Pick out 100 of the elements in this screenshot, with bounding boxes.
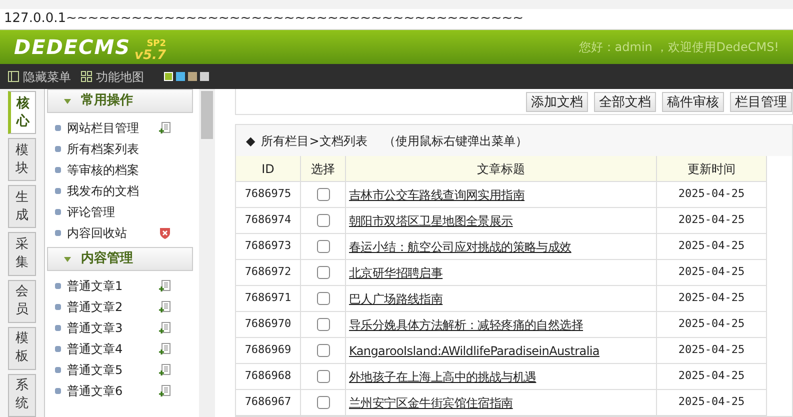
table-cell: 7686973 bbox=[236, 234, 301, 260]
row-checkbox[interactable] bbox=[316, 396, 330, 409]
row-checkbox[interactable] bbox=[316, 318, 330, 331]
article-title-link[interactable]: 春运小结：航空公司应对挑战的策略与成效 bbox=[349, 238, 572, 256]
menu-item[interactable]: 普通文章6 bbox=[67, 382, 159, 400]
row-checkbox[interactable] bbox=[316, 344, 330, 357]
side-tab[interactable]: 模块 bbox=[8, 138, 36, 182]
add-document-icon[interactable] bbox=[159, 384, 171, 396]
action-button[interactable]: 稿件审核 bbox=[662, 92, 724, 112]
menu-group-header[interactable]: 内容管理 bbox=[47, 247, 193, 271]
panel-icon bbox=[8, 71, 19, 82]
theme-swatch[interactable] bbox=[200, 72, 209, 81]
version-text: v5.7 bbox=[134, 49, 166, 62]
bullet-icon bbox=[55, 324, 61, 330]
row-checkbox[interactable] bbox=[316, 370, 330, 383]
breadcrumb-text: 所有栏目>文档列表 bbox=[261, 132, 368, 150]
theme-swatch[interactable] bbox=[176, 72, 185, 81]
menu-group-title: 内容管理 bbox=[81, 250, 133, 268]
edition-text: SP2 bbox=[146, 40, 166, 49]
table-cell: 2025-04-25 bbox=[657, 234, 767, 260]
menu-item[interactable]: 内容回收站 bbox=[67, 224, 159, 242]
menu-item[interactable]: 普通文章3 bbox=[67, 318, 159, 336]
column-header: ID bbox=[236, 156, 301, 182]
side-tab[interactable]: 模板 bbox=[8, 326, 36, 370]
table-cell: 2025-04-25 bbox=[657, 182, 767, 208]
table-cell: 2025-04-25 bbox=[657, 286, 767, 312]
bullet-icon bbox=[55, 124, 61, 130]
menu-group-title: 常用操作 bbox=[81, 92, 133, 110]
row-checkbox[interactable] bbox=[316, 188, 330, 201]
article-title-link[interactable]: 北京研华招聘启事 bbox=[349, 264, 443, 282]
row-checkbox[interactable] bbox=[316, 292, 330, 305]
row-checkbox[interactable] bbox=[316, 214, 330, 227]
add-document-icon[interactable] bbox=[159, 322, 171, 334]
article-title-link[interactable]: KangarooIsland:AWildlifeParadiseinAustralia bbox=[349, 342, 600, 360]
hint-text: （使用鼠标右键弹出菜单） bbox=[383, 132, 528, 150]
table-cell: 2025-04-25 bbox=[657, 260, 767, 286]
bullet-icon bbox=[55, 188, 61, 194]
menu-item[interactable]: 我发布的文档 bbox=[67, 182, 159, 200]
grid-icon bbox=[81, 71, 92, 82]
add-document-icon[interactable] bbox=[159, 364, 171, 376]
table-cell: 2025-04-25 bbox=[657, 364, 767, 390]
article-title-link[interactable]: 巴人广场路线指南 bbox=[349, 290, 443, 308]
table-cell: 7686975 bbox=[236, 182, 301, 208]
article-title-link[interactable]: 兰州安宁区金牛街宾馆住宿指南 bbox=[349, 394, 513, 412]
menu-item[interactable]: 普通文章1 bbox=[67, 276, 159, 294]
menu-item[interactable]: 网站栏目管理 bbox=[67, 118, 159, 136]
bullet-icon bbox=[55, 366, 61, 372]
table-cell: 2025-04-25 bbox=[657, 208, 767, 234]
delete-shield-icon[interactable] bbox=[159, 226, 171, 238]
side-tab[interactable]: 系统 bbox=[8, 374, 36, 417]
caret-icon bbox=[64, 98, 71, 104]
caret-icon bbox=[64, 256, 71, 262]
menu-item[interactable]: 普通文章5 bbox=[67, 360, 159, 378]
add-document-icon[interactable] bbox=[159, 342, 171, 354]
menu-group-header[interactable]: 常用操作 bbox=[47, 89, 193, 113]
row-checkbox[interactable] bbox=[316, 240, 330, 253]
table-cell: 2025-04-25 bbox=[657, 390, 767, 416]
side-tab[interactable]: 核心 bbox=[8, 91, 36, 134]
theme-swatch[interactable] bbox=[164, 72, 173, 81]
table-cell: 7686971 bbox=[236, 286, 301, 312]
row-checkbox[interactable] bbox=[316, 266, 330, 279]
table-cell: 7686972 bbox=[236, 260, 301, 286]
action-button[interactable]: 全部文档 bbox=[594, 92, 656, 112]
side-tab[interactable]: 生成 bbox=[8, 185, 36, 228]
side-tab[interactable]: 会员 bbox=[8, 280, 36, 323]
diamond-marker: ◆ bbox=[246, 132, 256, 150]
menu-bar-link[interactable]: 隐藏菜单 bbox=[23, 68, 71, 86]
article-title-link[interactable]: 导乐分娩具体方法解析：减轻疼痛的自然选择 bbox=[349, 316, 584, 334]
table-cell: 2025-04-25 bbox=[657, 312, 767, 338]
menu-item[interactable]: 普通文章2 bbox=[67, 298, 159, 316]
table-cell: 7686967 bbox=[236, 390, 301, 416]
menu-bar-link[interactable]: 功能地图 bbox=[96, 68, 144, 86]
menu-item[interactable]: 等审核的档案 bbox=[67, 160, 159, 178]
side-tab[interactable]: 采集 bbox=[8, 232, 36, 276]
menu-item[interactable]: 普通文章4 bbox=[67, 340, 159, 358]
column-header: 更新时间 bbox=[657, 156, 767, 182]
add-document-icon[interactable] bbox=[159, 280, 171, 292]
add-document-icon[interactable] bbox=[159, 300, 171, 312]
table-cell: 7686970 bbox=[236, 312, 301, 338]
column-header: 选择 bbox=[301, 156, 346, 182]
scrollbar[interactable] bbox=[199, 89, 215, 417]
table-cell: 2025-04-25 bbox=[657, 338, 767, 364]
theme-swatch[interactable] bbox=[188, 72, 197, 81]
table-cell: 7686974 bbox=[236, 208, 301, 234]
bullet-icon bbox=[55, 282, 61, 288]
table-cell: 7686969 bbox=[236, 338, 301, 364]
table-cell: 7686968 bbox=[236, 364, 301, 390]
scrollbar-thumb[interactable] bbox=[201, 91, 213, 139]
article-title-link[interactable]: 朝阳市双塔区卫星地图全景展示 bbox=[349, 212, 513, 230]
bullet-icon bbox=[55, 304, 61, 310]
article-title-link[interactable]: 吉林市公交车路线查询网实用指南 bbox=[349, 186, 525, 204]
bullet-icon bbox=[55, 146, 61, 152]
bullet-icon bbox=[55, 166, 61, 172]
article-title-link[interactable]: 外地孩子在上海上高中的挑战与机遇 bbox=[349, 368, 536, 386]
action-button[interactable]: 栏目管理 bbox=[730, 92, 792, 112]
bullet-icon bbox=[55, 388, 61, 394]
menu-item[interactable]: 评论管理 bbox=[67, 202, 159, 220]
action-button[interactable]: 添加文档 bbox=[526, 92, 588, 112]
add-document-icon[interactable] bbox=[159, 122, 171, 134]
menu-item[interactable]: 所有档案列表 bbox=[67, 140, 159, 158]
